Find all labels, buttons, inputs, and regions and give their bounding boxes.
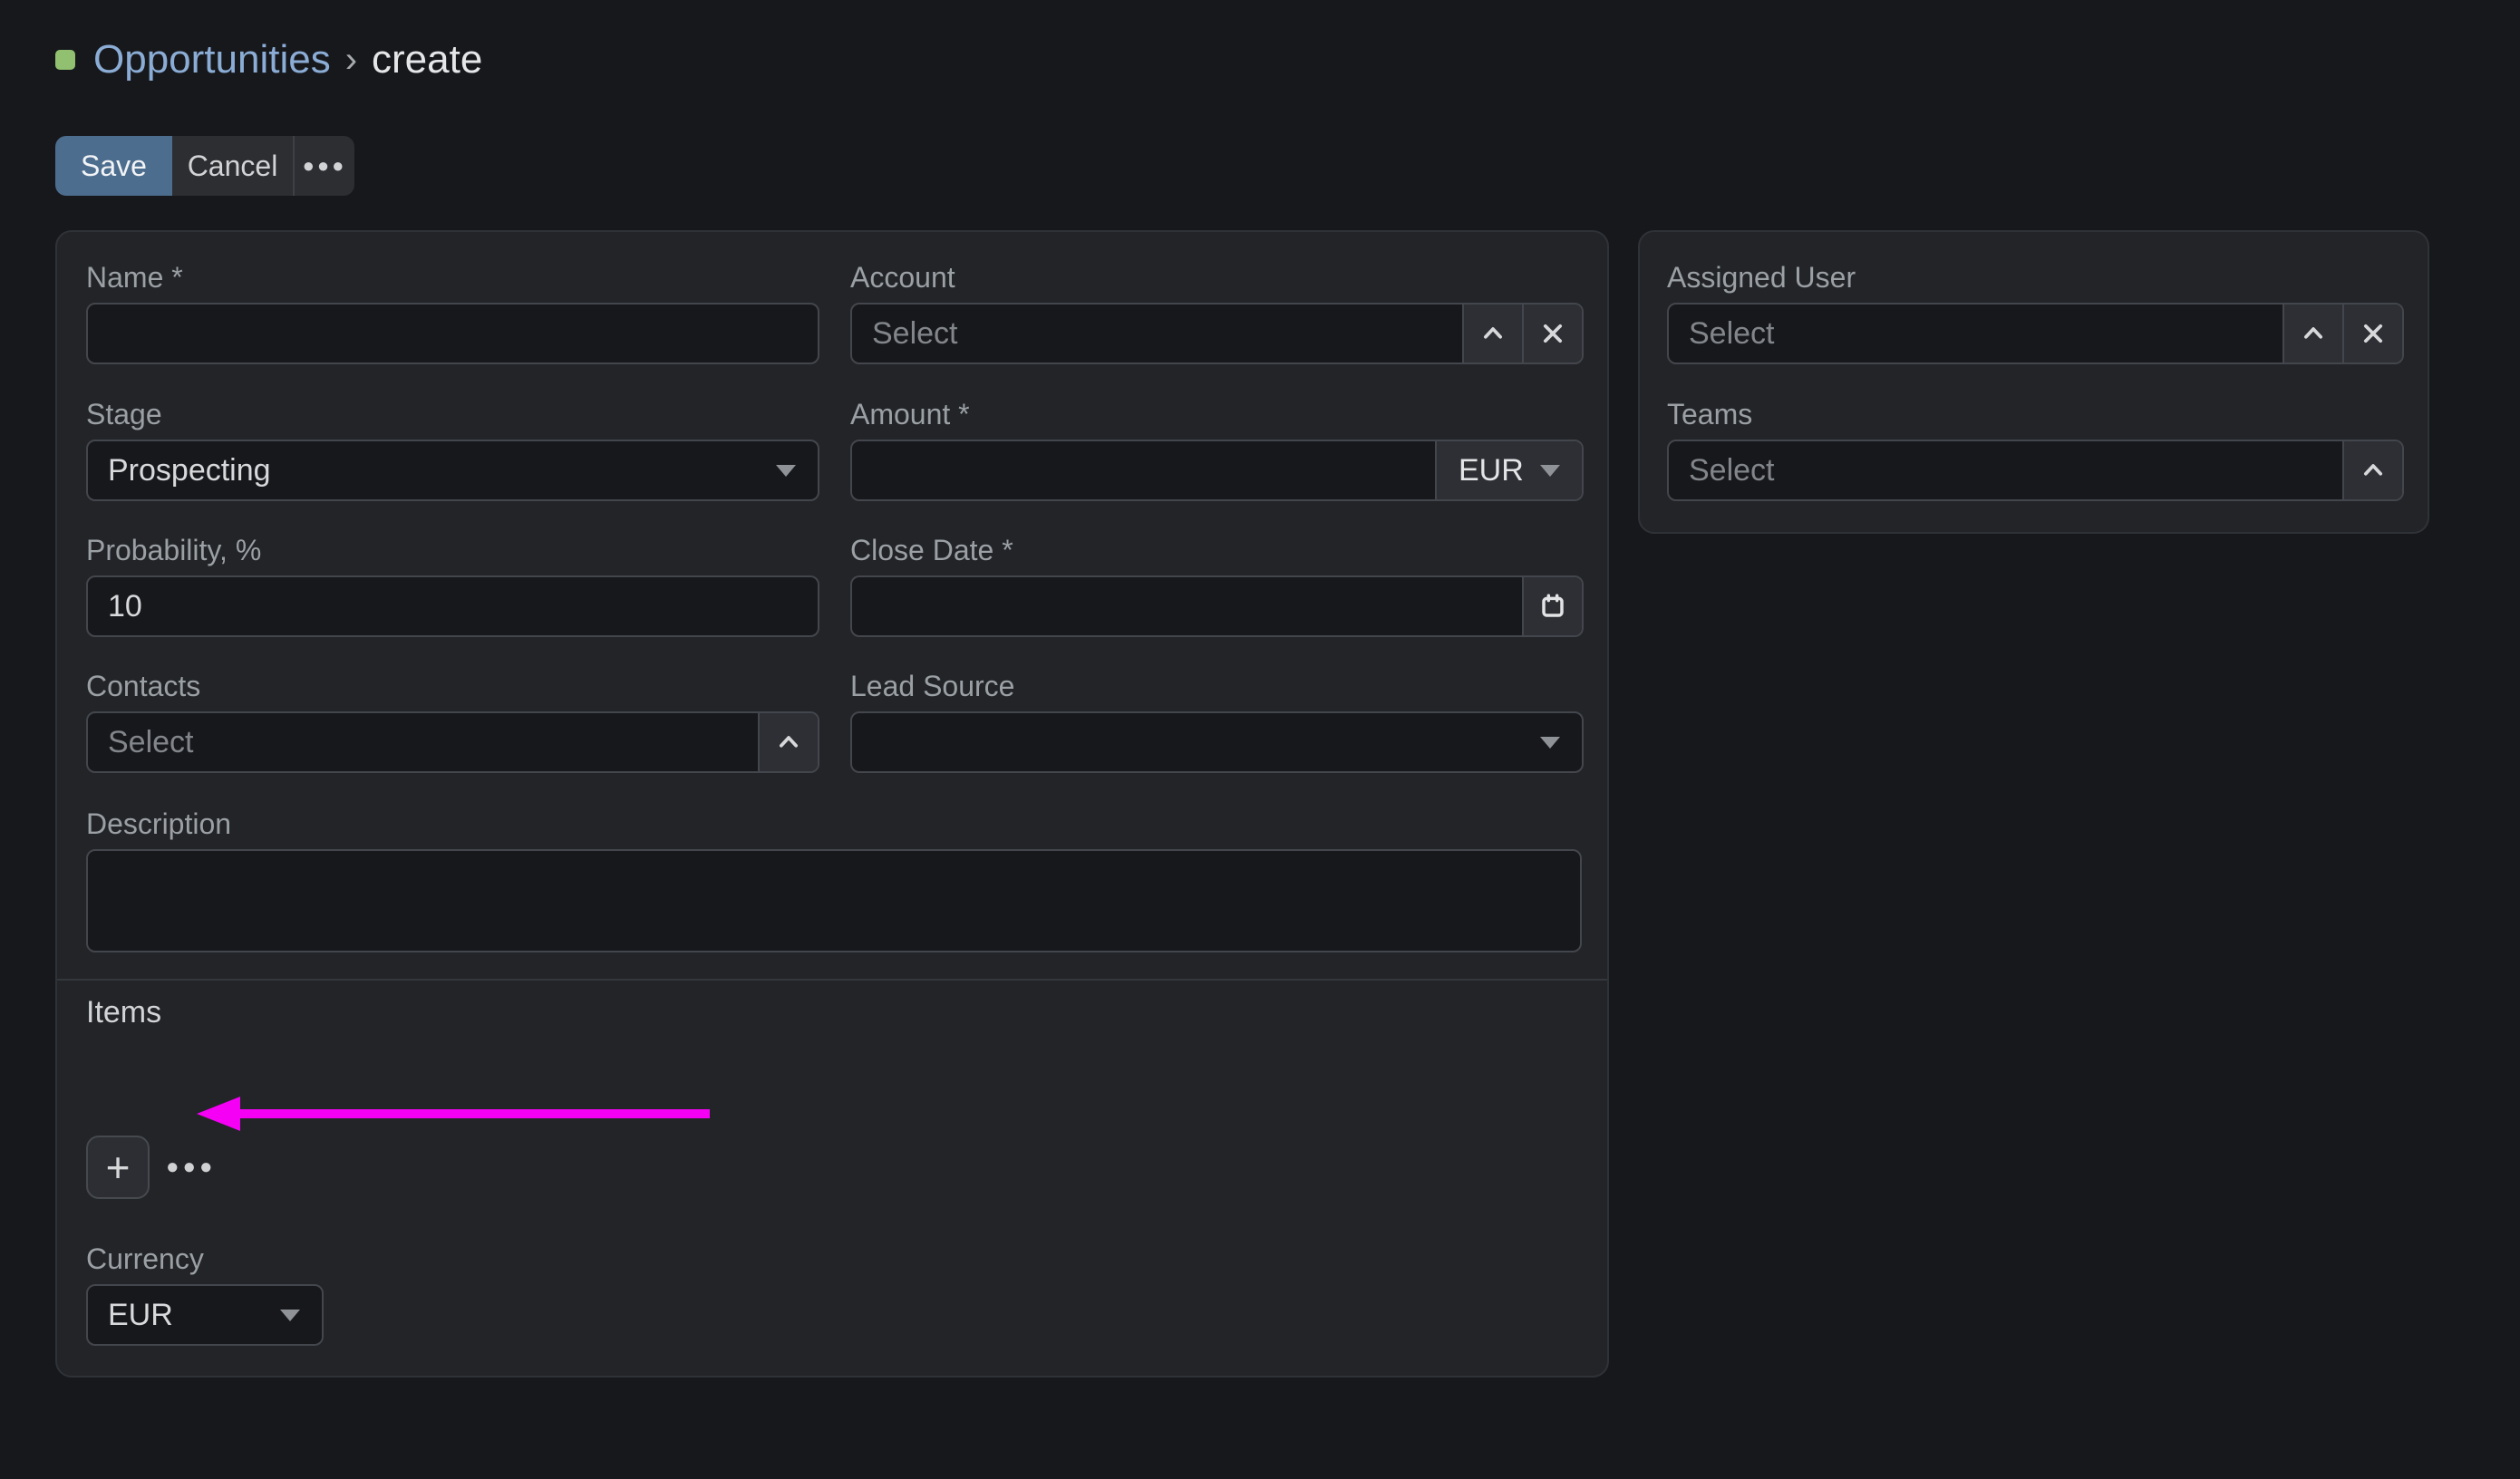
amount-currency-select[interactable]: EUR <box>1435 441 1582 499</box>
toolbar-more-button[interactable]: ●●● <box>293 136 354 196</box>
currency-value: EUR <box>108 1298 173 1333</box>
save-button[interactable]: Save <box>55 136 172 196</box>
amount-currency-value: EUR <box>1459 453 1524 488</box>
annotation-arrow-shaft <box>237 1109 710 1118</box>
account-label: Account <box>850 259 1584 295</box>
contacts-expand-button[interactable] <box>758 713 818 771</box>
description-textarea[interactable] <box>86 849 1582 952</box>
side-panel: Assigned User Teams <box>1638 230 2429 534</box>
opportunity-create-page: Opportunities › create Save Cancel ●●● N… <box>0 0 2520 1479</box>
teams-expand-button[interactable] <box>2342 441 2402 499</box>
entity-marker-icon <box>55 50 75 70</box>
close-date-label: Close Date * <box>850 532 1584 568</box>
assigned-user-expand-button[interactable] <box>2283 304 2342 362</box>
annotation-arrow-head-icon <box>197 1097 240 1131</box>
assigned-user-label: Assigned User <box>1667 259 2404 295</box>
chevron-up-icon <box>2300 320 2327 347</box>
account-input[interactable] <box>852 304 1462 362</box>
breadcrumb: Opportunities › create <box>55 34 482 85</box>
stage-label: Stage <box>86 396 819 432</box>
probability-label: Probability, % <box>86 532 819 568</box>
annotation-arrow <box>197 1097 710 1131</box>
close-date-input[interactable] <box>852 577 1522 635</box>
items-label: Items <box>86 995 161 1030</box>
contacts-input[interactable] <box>88 713 758 771</box>
x-icon <box>1540 321 1565 346</box>
breadcrumb-entity-link[interactable]: Opportunities <box>93 37 331 82</box>
breadcrumb-separator: › <box>331 40 372 81</box>
currency-label: Currency <box>86 1241 324 1277</box>
items-more-button[interactable]: ●●● <box>166 1136 217 1199</box>
chevron-up-icon <box>1479 320 1507 347</box>
main-form-panel: Name * Account Stage Prospecting <box>55 230 1609 1378</box>
description-label: Description <box>86 806 1582 842</box>
caret-down-icon <box>280 1310 300 1321</box>
items-section-divider <box>57 979 1607 981</box>
edit-toolbar: Save Cancel ●●● <box>55 136 354 196</box>
teams-label: Teams <box>1667 396 2404 432</box>
lead-source-select[interactable] <box>850 711 1584 773</box>
contacts-label: Contacts <box>86 668 819 704</box>
account-expand-button[interactable] <box>1462 304 1522 362</box>
stage-value: Prospecting <box>108 453 271 488</box>
assigned-user-clear-button[interactable] <box>2342 304 2402 362</box>
cancel-button[interactable]: Cancel <box>172 136 293 196</box>
currency-select[interactable]: EUR <box>86 1284 324 1346</box>
name-label: Name * <box>86 259 819 295</box>
chevron-up-icon <box>775 729 802 756</box>
close-date-picker-button[interactable] <box>1522 577 1582 635</box>
caret-down-icon <box>1540 737 1560 749</box>
name-input[interactable] <box>86 303 819 364</box>
account-clear-button[interactable] <box>1522 304 1582 362</box>
breadcrumb-current: create <box>372 37 482 82</box>
assigned-user-input[interactable] <box>1669 304 2283 362</box>
add-item-button[interactable]: + <box>86 1136 150 1199</box>
chevron-up-icon <box>2360 457 2387 484</box>
x-icon <box>2360 321 2386 346</box>
lead-source-label: Lead Source <box>850 668 1584 704</box>
amount-label: Amount * <box>850 396 1584 432</box>
caret-down-icon <box>776 465 796 477</box>
caret-down-icon <box>1540 465 1560 477</box>
stage-select[interactable]: Prospecting <box>86 440 819 501</box>
calendar-icon <box>1538 592 1567 621</box>
probability-input[interactable] <box>86 575 819 637</box>
teams-input[interactable] <box>1669 441 2342 499</box>
amount-input[interactable] <box>852 441 1435 499</box>
